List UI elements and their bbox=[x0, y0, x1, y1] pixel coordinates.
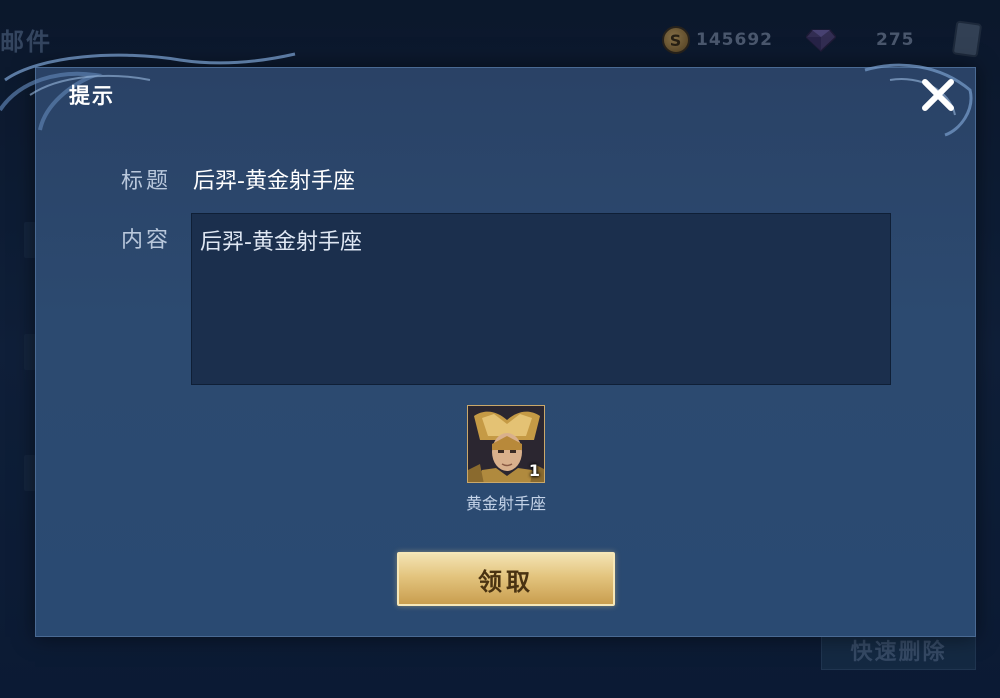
close-icon bbox=[922, 79, 954, 111]
reward-item-slot[interactable]: 1 bbox=[467, 405, 545, 483]
claim-button[interactable]: 领取 bbox=[397, 552, 615, 606]
content-text: 后羿-黄金射手座 bbox=[200, 230, 362, 255]
dialog-title: 提示 bbox=[69, 84, 115, 108]
reward-name: 黄金射手座 bbox=[465, 494, 546, 513]
content-textbox[interactable]: 后羿-黄金射手座 bbox=[191, 213, 891, 385]
subject-label: 标题 bbox=[121, 169, 172, 194]
subject-value: 后羿-黄金射手座 bbox=[193, 169, 355, 194]
reward-count: 1 bbox=[528, 461, 540, 480]
claim-button-label: 领取 bbox=[478, 567, 534, 596]
close-button[interactable] bbox=[915, 72, 961, 118]
content-label: 内容 bbox=[121, 228, 172, 253]
